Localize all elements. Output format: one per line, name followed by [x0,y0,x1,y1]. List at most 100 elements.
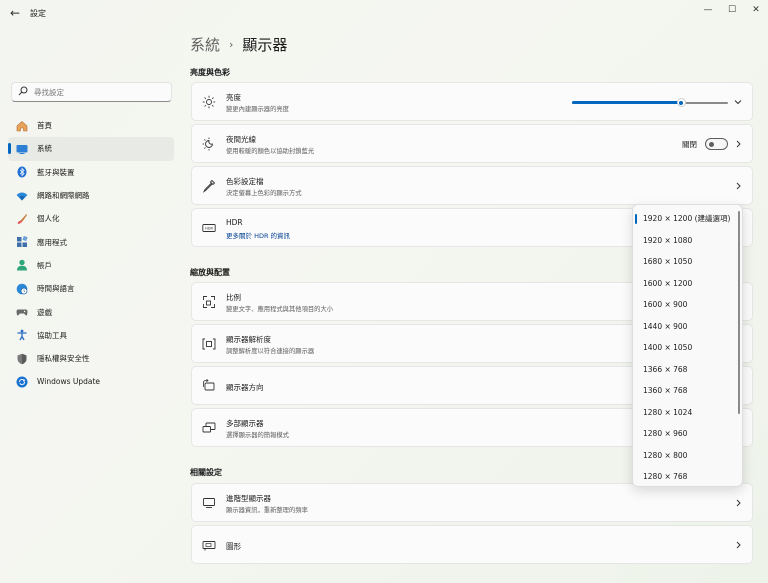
hdr-info-link[interactable]: 更多關於 HDR 的資訊 [226,230,290,240]
title-bar: ← 設定 — ☐ ✕ [0,0,768,28]
sidebar-item-label: 網路和網際網路 [37,191,90,201]
resolution-option[interactable]: 1280 × 768 [633,466,733,486]
chevron-right-icon[interactable] [734,498,742,508]
card-subtitle: 決定螢幕上色彩的顯示方式 [226,190,302,197]
window-controls: — ☐ ✕ [696,0,768,20]
breadcrumb: 系統 › 顯示器 [190,34,287,55]
resolution-option[interactable]: 1600 × 900 [633,294,733,316]
wifi-icon [16,190,28,202]
search-box[interactable] [11,82,172,102]
resolution-option[interactable]: 1680 × 1050 [633,251,733,273]
section-heading-related: 相關設定 [190,468,222,477]
breadcrumb-separator: › [229,38,234,51]
resolution-option[interactable]: 1280 × 800 [633,445,733,467]
bluetooth-icon [16,166,28,178]
sidebar-item-windows-update[interactable]: Windows Update [8,370,174,393]
card-title: 顯示器方向 [226,383,264,392]
account-icon [16,259,28,271]
chevron-down-icon[interactable] [734,97,742,107]
sidebar-item-personalization[interactable]: 個人化 [8,207,174,230]
brightness-slider[interactable] [572,98,728,107]
apps-icon [16,236,28,248]
resolution-option[interactable]: 1280 × 1024 [633,402,733,424]
graphics-card[interactable]: 圖形 [191,525,753,564]
sidebar-item-accessibility[interactable]: 協助工具 [8,324,174,347]
card-subtitle: 選擇顯示器的簡報模式 [226,432,289,439]
sidebar-item-label: 遊戲 [37,307,52,317]
gamepad-icon [16,306,28,318]
sidebar-item-time-language[interactable]: 時間與語言 [8,277,174,300]
sidebar-nav: 首頁 系統 藍牙與裝置 網路和網際網路 個人化 應用程式 帳戶 時間與語言 遊戲… [8,114,174,394]
card-subtitle: 顯示器資訊，重新整理的頻率 [226,507,308,514]
search-icon [18,86,28,96]
minimize-button[interactable]: — [696,0,720,20]
night-light-card[interactable]: 夜間光線 使用較暖的顏色以協助封鎖藍光 關閉 [191,124,753,163]
advanced-display-card[interactable]: 進階型顯示器 顯示器資訊，重新整理的頻率 [191,483,753,522]
sidebar-item-label: 首頁 [37,121,52,131]
system-icon [16,143,28,155]
search-input[interactable] [34,85,164,99]
resolution-dropdown-list[interactable]: 1920 × 1200 (建議選項) 1920 × 1080 1680 × 1050… [632,204,743,487]
resolution-option[interactable]: 1280 × 960 [633,423,733,445]
breadcrumb-parent[interactable]: 系統 [190,34,220,55]
resolution-option[interactable]: 1360 × 768 [633,380,733,402]
card-subtitle: 變更內建顯示器的亮度 [226,106,289,113]
sidebar-item-label: 個人化 [37,214,60,224]
sidebar-item-label: 隱私權與安全性 [37,354,90,364]
slider-thumb[interactable] [676,98,686,107]
card-title: 進階型顯示器 [226,494,271,503]
resolution-option[interactable]: 1400 × 1050 [633,337,733,359]
sidebar-item-home[interactable]: 首頁 [8,114,174,137]
sidebar-item-network[interactable]: 網路和網際網路 [8,184,174,207]
sidebar-item-label: 協助工具 [37,330,67,340]
sidebar-item-label: 藍牙與裝置 [37,167,75,177]
chevron-right-icon[interactable] [734,540,742,550]
resolution-option[interactable]: 1440 × 900 [633,316,733,338]
toggle-state-label: 關閉 [682,140,697,149]
card-subtitle: 變更文字、應用程式與其他項目的大小 [226,306,334,313]
back-button[interactable]: ← [6,4,24,22]
sun-icon [202,95,216,109]
sidebar-item-gaming[interactable]: 遊戲 [8,300,174,323]
sidebar-item-privacy[interactable]: 隱私權與安全性 [8,347,174,370]
resolution-option[interactable]: 1366 × 768 [633,359,733,381]
night-light-toggle[interactable] [705,138,728,150]
page-title: 顯示器 [242,36,288,54]
globe-clock-icon [16,283,28,295]
multiple-displays-icon [202,422,216,433]
section-heading-brightness: 亮度與色彩 [190,68,230,77]
sidebar-item-label: 帳戶 [37,260,52,270]
resolution-option[interactable]: 1920 × 1200 (建議選項) [633,208,733,230]
graphics-card-icon [202,541,216,551]
sidebar-item-bluetooth[interactable]: 藍牙與裝置 [8,161,174,184]
dropdown-scrollbar[interactable] [738,211,740,414]
sidebar-item-accounts[interactable]: 帳戶 [8,254,174,277]
card-title: 比例 [226,293,241,302]
brush-icon [16,213,28,225]
brightness-card[interactable]: 亮度 變更內建顯示器的亮度 [191,82,753,121]
maximize-button[interactable]: ☐ [720,0,744,20]
sidebar-item-system[interactable]: 系統 [8,137,174,161]
eyedropper-icon [202,179,216,193]
resolution-icon [202,338,216,350]
card-subtitle: 使用較暖的顏色以協助封鎖藍光 [226,148,315,155]
card-title: 顯示器解析度 [226,335,271,344]
app-title: 設定 [30,9,46,18]
chevron-right-icon[interactable] [734,181,742,191]
resolution-option[interactable]: 1920 × 1080 [633,230,733,252]
card-title: HDR [226,218,243,227]
section-heading-scale: 縮放與配置 [190,268,230,277]
chevron-right-icon[interactable] [734,139,742,149]
sidebar-item-apps[interactable]: 應用程式 [8,230,174,253]
slider-fill [572,101,682,104]
orientation-icon [203,379,215,391]
resolution-option[interactable]: 1600 × 1200 [633,273,733,295]
card-title: 色彩設定檔 [226,177,264,186]
color-profile-card[interactable]: 色彩設定檔 決定螢幕上色彩的顯示方式 [191,166,753,205]
card-subtitle: 調整解析度以符合連接的顯示器 [226,348,315,355]
accessibility-icon [16,329,28,341]
monitor-icon [203,498,215,508]
update-icon [16,376,28,388]
sidebar-item-label: Windows Update [37,377,101,387]
close-button[interactable]: ✕ [744,0,768,20]
